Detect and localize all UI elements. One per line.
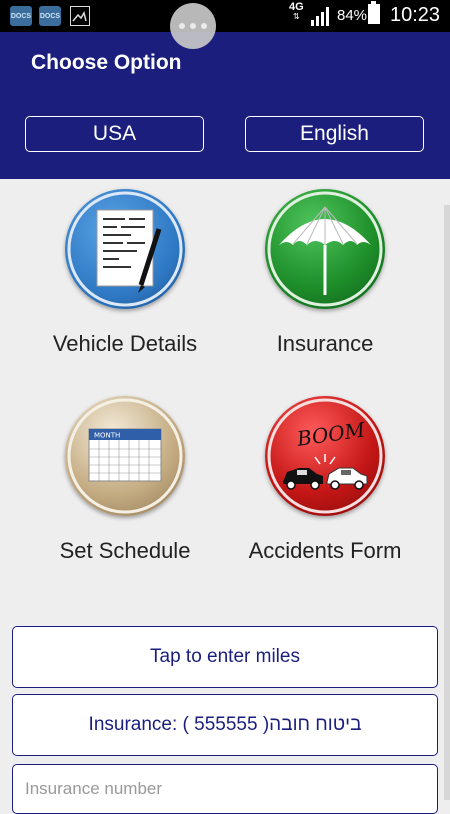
scrollbar[interactable] [444, 205, 450, 800]
enter-miles-button[interactable]: Tap to enter miles [12, 626, 438, 688]
header: Choose Option USA English [0, 32, 450, 179]
tile-label: Set Schedule [59, 538, 191, 563]
battery-icon [368, 1, 380, 24]
data-arrows-icon: ⇅ [292, 12, 300, 21]
vehicle-details-icon [65, 189, 185, 309]
insurance-button[interactable]: Insurance: ביטוח חובה( 555555 ) [12, 694, 438, 756]
boom-text: BOOM [294, 417, 367, 450]
tile-label: Insurance [276, 331, 374, 356]
docs-app-icon-2: DOCS [39, 6, 61, 26]
insurance-number-input[interactable] [12, 764, 438, 814]
image-notification-icon [70, 6, 90, 26]
tile-accidents-form[interactable]: BOOM Accidents Form [225, 396, 425, 564]
umbrella-icon [265, 189, 385, 309]
tile-insurance[interactable]: Insurance [225, 189, 425, 357]
status-bar: DOCS DOCS 4G ⇅ 84% 10:23 [0, 0, 450, 32]
network-indicator: 4G ⇅ [289, 2, 304, 22]
signal-icon [311, 7, 329, 26]
tile-label: Vehicle Details [52, 331, 198, 356]
tile-vehicle-details[interactable]: Vehicle Details [25, 189, 225, 357]
clock: 10:23 [390, 4, 441, 26]
page-title: Choose Option [31, 51, 182, 74]
language-button[interactable]: English [245, 116, 424, 152]
battery-percent: 84% [337, 7, 368, 24]
tile-set-schedule[interactable]: MONTH Set Schedule [25, 396, 225, 564]
calendar-month-text: MONTH [94, 432, 120, 440]
country-button[interactable]: USA [25, 116, 204, 152]
floating-more-icon[interactable] [170, 3, 216, 49]
tile-label: Accidents Form [248, 538, 402, 563]
docs-app-icon: DOCS [10, 6, 32, 26]
calendar-icon: MONTH [65, 396, 185, 516]
car-crash-icon: BOOM [265, 396, 385, 516]
